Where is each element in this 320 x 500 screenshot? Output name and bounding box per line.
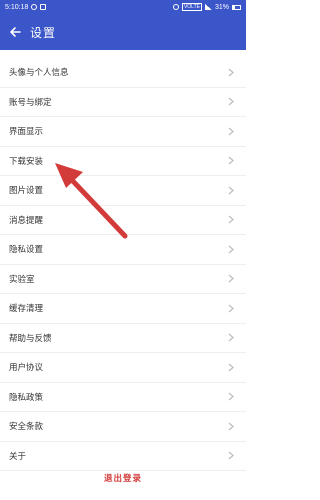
status-bar-right: VOLTE 31% [172,3,241,11]
chevron-right-icon [228,127,234,136]
chevron-right-icon [228,156,234,165]
settings-item-label: 头像与个人信息 [9,68,69,79]
settings-item-label: 用户协议 [9,363,44,374]
app-bar: 设置 [0,14,246,50]
chevron-right-icon [228,333,234,342]
settings-item-label: 消息提醒 [9,215,44,226]
settings-list: 头像与个人信息 账号与绑定 界面显示 下载安装 图片设置 消息提醒 隐私设置 实… [0,58,246,471]
settings-item-profile[interactable]: 头像与个人信息 [0,58,246,88]
settings-item-label: 缓存清理 [9,304,44,315]
settings-item-privacy-settings[interactable]: 隐私设置 [0,235,246,265]
settings-item-label: 下载安装 [9,156,44,167]
settings-item-label: 帮助与反馈 [9,333,52,344]
chevron-right-icon [228,304,234,313]
clock-icon [172,4,179,10]
settings-item-help[interactable]: 帮助与反馈 [0,324,246,353]
settings-item-security-terms[interactable]: 安全条款 [0,412,246,442]
chevron-right-icon [228,392,234,401]
settings-item-label: 隐私政策 [9,392,44,403]
settings-item-label: 关于 [9,451,27,462]
chevron-right-icon [228,68,234,77]
alarm-icon [31,4,38,10]
settings-item-label: 图片设置 [9,186,44,197]
chevron-right-icon [228,215,234,224]
status-bar-left: 5:10:18 [5,3,47,11]
signal-icon [204,4,212,10]
logout-label: 退出登录 [103,474,142,484]
settings-item-label: 界面显示 [9,127,44,138]
settings-item-user-agreement[interactable]: 用户协议 [0,353,246,383]
settings-item-display[interactable]: 界面显示 [0,117,246,147]
logout-button[interactable]: 退出登录 [0,468,246,488]
chevron-right-icon [228,422,234,431]
settings-item-privacy-policy[interactable]: 隐私政策 [0,383,246,412]
arrow-left-icon [10,27,21,37]
back-button[interactable] [0,14,30,50]
battery-percent: 31% [214,3,229,11]
status-bar: 5:10:18 VOLTE 31% [0,0,246,14]
chevron-right-icon [228,186,234,195]
settings-item-about[interactable]: 关于 [0,442,246,471]
page-title: 设置 [30,25,57,40]
settings-item-label: 安全条款 [9,422,44,433]
settings-item-label: 实验室 [9,274,35,285]
chevron-right-icon [228,97,234,106]
settings-item-cache[interactable]: 缓存清理 [0,294,246,324]
status-time: 5:10:18 [5,3,29,11]
settings-item-notifications[interactable]: 消息提醒 [0,206,246,235]
battery-icon [232,4,241,10]
settings-item-images[interactable]: 图片设置 [0,176,246,206]
chevron-right-icon [228,451,234,460]
settings-item-lab[interactable]: 实验室 [0,265,246,294]
settings-item-account[interactable]: 账号与绑定 [0,88,246,117]
chevron-right-icon [228,274,234,283]
volte-badge: VOLTE [181,3,202,11]
chevron-right-icon [228,363,234,372]
settings-item-download[interactable]: 下载安装 [0,147,246,176]
notification-icon [40,4,47,10]
settings-item-label: 账号与绑定 [9,97,52,108]
chevron-right-icon [228,245,234,254]
settings-item-label: 隐私设置 [9,245,44,256]
